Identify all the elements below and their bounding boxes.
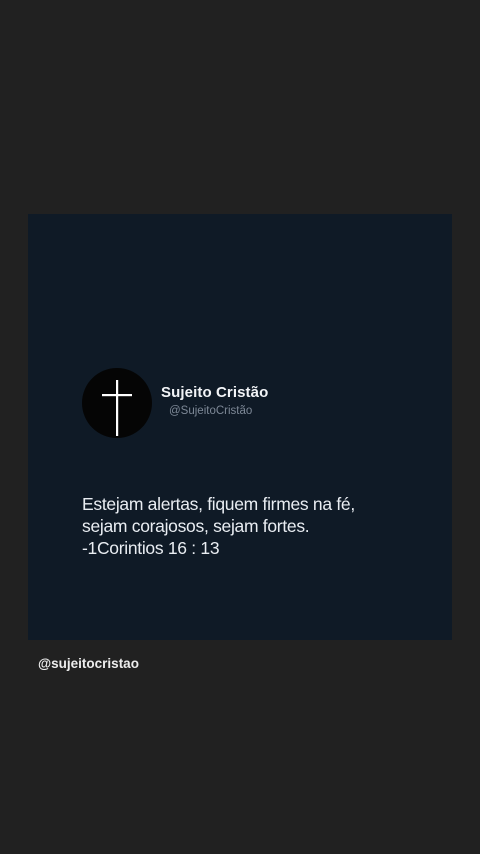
quote-line: -1Corintios 16 : 13	[82, 538, 220, 558]
post-handle: @SujeitoCristão	[169, 405, 253, 417]
mention-sticker[interactable]: @sujeitocristao	[38, 656, 139, 671]
display-name: Sujeito Cristão	[161, 384, 269, 401]
quote-line: Estejam alertas, fiquem firmes na fé,	[82, 494, 355, 514]
post-card: Sujeito Cristão @SujeitoCristão Estejam …	[28, 214, 452, 640]
cross-icon	[102, 380, 132, 436]
quote-text: Estejam alertas, fiquem firmes na fé, se…	[82, 493, 442, 559]
story-screen: Sujeito Cristão @SujeitoCristão Estejam …	[0, 0, 480, 854]
avatar	[82, 368, 152, 438]
quote-line: sejam corajosos, sejam fortes.	[82, 516, 310, 536]
